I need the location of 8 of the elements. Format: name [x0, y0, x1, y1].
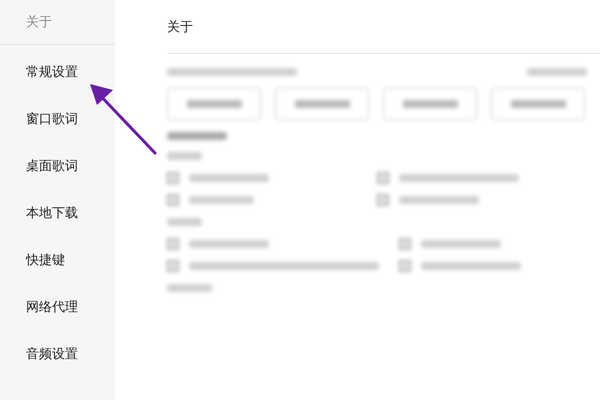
sidebar-item[interactable]: 常规设置 [0, 48, 115, 95]
sidebar-item[interactable]: 网络代理 [0, 283, 115, 330]
sidebar-item[interactable]: 音频设置 [0, 330, 115, 377]
page-title: 关于 [167, 0, 600, 54]
sidebar-item[interactable]: 窗口歌词 [0, 95, 115, 142]
sidebar-item[interactable]: 桌面歌词 [0, 142, 115, 189]
sidebar-item[interactable]: 快捷键 [0, 236, 115, 283]
sidebar-item[interactable]: 本地下载 [0, 189, 115, 236]
